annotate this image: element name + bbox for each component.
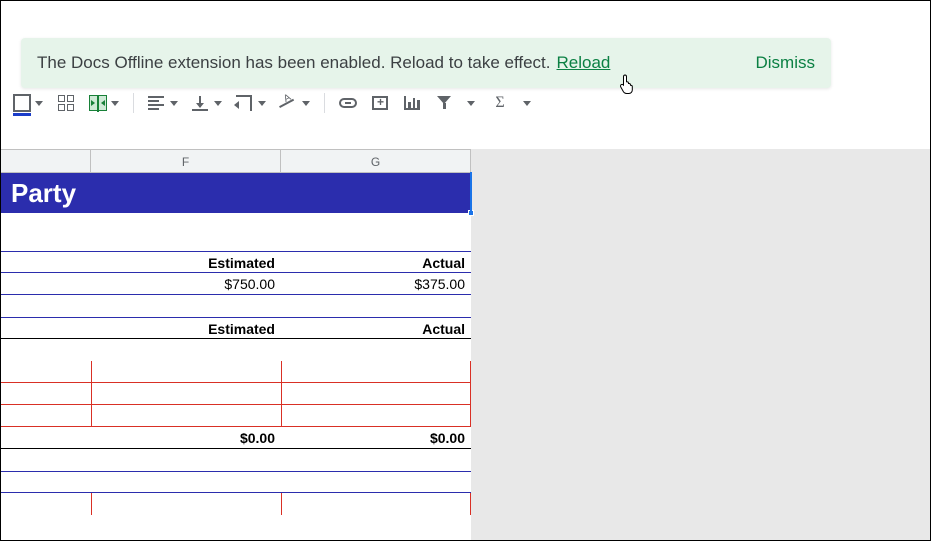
sigma-icon: Σ [495,94,504,112]
cell[interactable]: Actual [281,318,471,338]
cell[interactable]: $0.00 [91,427,281,448]
align-left-icon [148,96,164,110]
value-row[interactable]: $750.00 $375.00 [1,273,471,295]
header-row[interactable]: Estimated Actual [1,251,471,273]
merge-icon [89,95,107,111]
merge-cells-button[interactable] [85,90,123,116]
pointer-cursor-icon [619,74,635,94]
offline-banner: The Docs Offline extension has been enab… [21,38,831,88]
input-row[interactable] [1,383,471,405]
cell[interactable]: $375.00 [281,273,471,294]
filter-button[interactable] [431,90,457,116]
insert-chart-button[interactable] [399,90,425,116]
blank-row[interactable] [1,493,471,515]
total-row[interactable]: $0.00 $0.00 [1,427,471,449]
cell[interactable]: Actual [281,252,471,272]
insert-comment-button[interactable] [367,90,393,116]
text-wrap-button[interactable] [232,90,270,116]
cell[interactable]: Estimated [91,252,281,272]
link-icon [339,98,357,108]
column-header-g[interactable]: G [281,150,471,172]
separator [324,93,325,113]
spacer-row[interactable] [1,213,471,251]
borders-icon [58,95,74,111]
header-row[interactable]: Estimated Actual [1,317,471,339]
comment-icon [372,96,388,110]
spreadsheet-area[interactable]: F G Party Estimated Actual $750.00 $375.… [1,149,930,540]
fill-color-button[interactable] [9,90,47,116]
cell[interactable]: $750.00 [91,273,281,294]
functions-dropdown[interactable] [519,90,537,116]
filter-dropdown[interactable] [463,90,481,116]
insert-link-button[interactable] [335,90,361,116]
vertical-align-button[interactable] [188,90,226,116]
paint-bucket-icon [13,94,31,112]
blank-row[interactable] [1,339,471,361]
separator [133,93,134,113]
toolbar: Σ [9,89,537,117]
data-rows: Estimated Actual $750.00 $375.00 Estimat… [1,213,471,515]
cell[interactable]: $0.00 [281,427,471,448]
input-row[interactable] [1,405,471,427]
align-bottom-icon [192,95,208,111]
borders-button[interactable] [53,90,79,116]
rotate-icon [280,95,296,111]
cell[interactable]: Estimated [91,318,281,338]
banner-message: The Docs Offline extension has been enab… [37,53,551,73]
column-header-f[interactable]: F [91,150,281,172]
functions-button[interactable]: Σ [487,90,513,116]
input-row[interactable] [1,361,471,383]
text-rotation-button[interactable] [276,90,314,116]
out-of-range-area [471,149,930,540]
filter-icon [437,96,451,110]
title-cell[interactable]: Party [1,173,471,213]
title-text: Party [11,178,76,208]
horizontal-align-button[interactable] [144,90,182,116]
spacer-row[interactable] [1,449,471,471]
chart-icon [404,96,420,110]
wrap-icon [236,95,252,111]
blank-row[interactable] [1,471,471,493]
dismiss-button[interactable]: Dismiss [756,53,816,73]
reload-link[interactable]: Reload [557,53,611,73]
spacer-row[interactable] [1,295,471,317]
selection-handle[interactable] [468,210,474,216]
column-header-e[interactable] [1,150,91,172]
